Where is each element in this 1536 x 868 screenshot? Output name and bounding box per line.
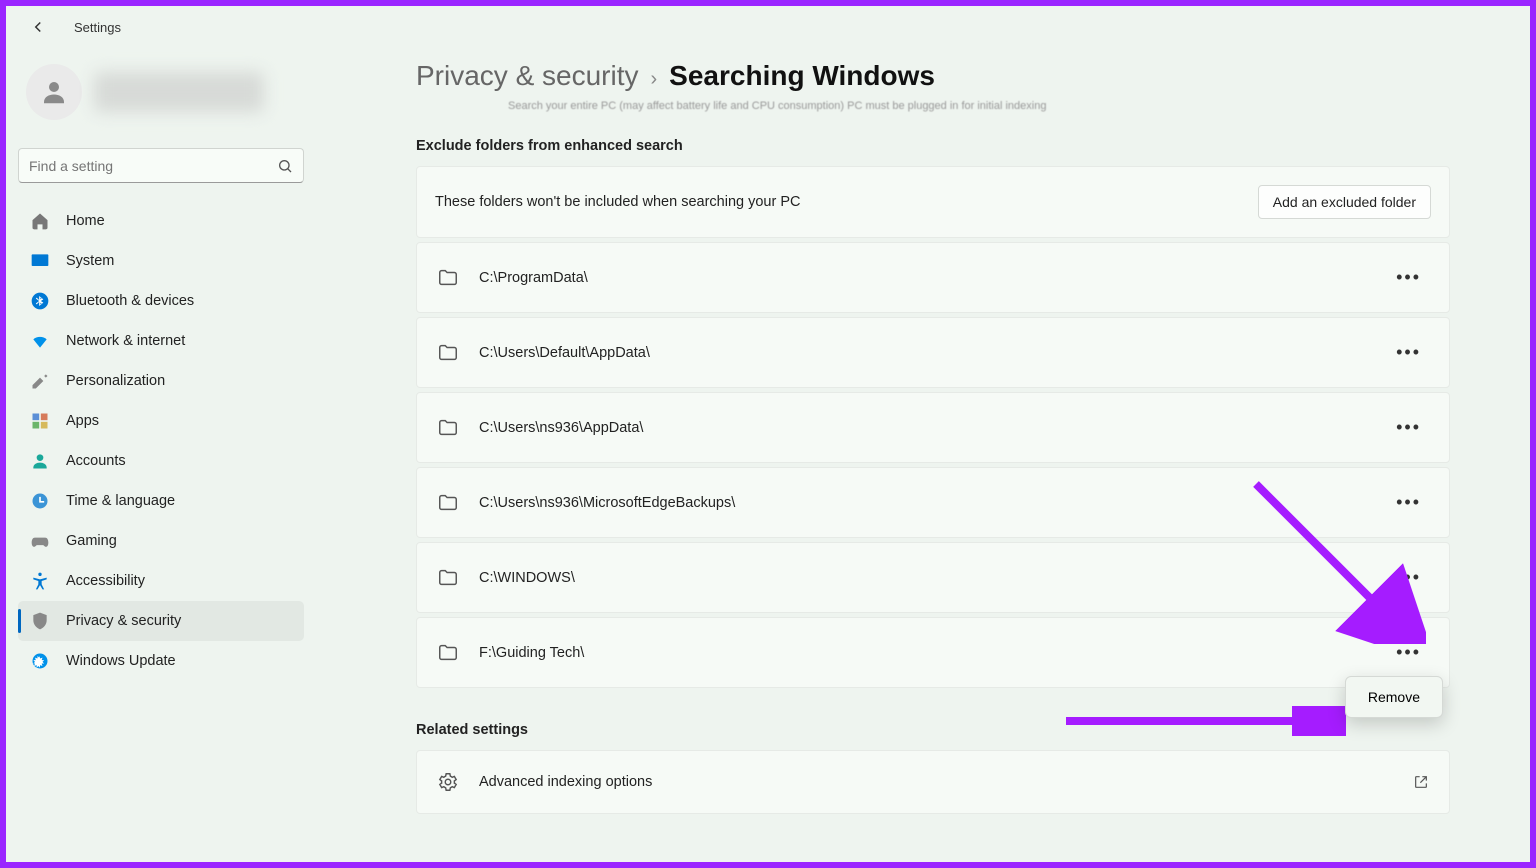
more-options-button[interactable]: ••• — [1388, 563, 1429, 592]
breadcrumb: Privacy & security › Searching Windows — [416, 60, 1450, 92]
truncated-option-text: Search your entire PC (may affect batter… — [508, 100, 1450, 112]
sidebar-item-update[interactable]: Windows Update — [18, 641, 304, 681]
folder-path: C:\Users\ns936\MicrosoftEdgeBackups\ — [479, 495, 735, 511]
sidebar-item-label: Accessibility — [66, 573, 145, 589]
folder-row[interactable]: C:\Users\Default\AppData\ ••• — [416, 317, 1450, 388]
sidebar-item-label: Privacy & security — [66, 613, 181, 629]
profile-section[interactable] — [18, 52, 304, 148]
sidebar-item-privacy[interactable]: Privacy & security — [18, 601, 304, 641]
folder-row[interactable]: C:\Users\ns936\AppData\ ••• — [416, 392, 1450, 463]
sidebar: Home System Bluetooth & devices Network … — [6, 48, 316, 862]
sidebar-item-label: Personalization — [66, 373, 165, 389]
exclude-card-list: These folders won't be included when sea… — [416, 166, 1450, 688]
more-options-button[interactable]: ••• — [1388, 488, 1429, 517]
sidebar-item-label: Bluetooth & devices — [66, 293, 194, 309]
accessibility-icon — [30, 571, 50, 591]
remove-menu-item[interactable]: Remove — [1350, 681, 1438, 713]
sidebar-item-accounts[interactable]: Accounts — [18, 441, 304, 481]
breadcrumb-parent[interactable]: Privacy & security — [416, 60, 639, 92]
add-excluded-folder-button[interactable]: Add an excluded folder — [1258, 185, 1431, 219]
search-input-container[interactable] — [18, 148, 304, 183]
gaming-icon — [30, 531, 50, 551]
update-icon — [30, 651, 50, 671]
more-options-button[interactable]: ••• — [1388, 263, 1429, 292]
system-icon — [30, 251, 50, 271]
clock-icon — [30, 491, 50, 511]
search-input[interactable] — [29, 158, 277, 174]
folder-icon — [437, 267, 459, 289]
apps-icon — [30, 411, 50, 431]
arrow-left-icon — [29, 18, 47, 36]
search-icon — [277, 158, 293, 174]
breadcrumb-current: Searching Windows — [669, 60, 935, 92]
home-icon — [30, 211, 50, 231]
advanced-indexing-label: Advanced indexing options — [479, 774, 652, 790]
folder-path: C:\Users\Default\AppData\ — [479, 345, 650, 361]
folder-row[interactable]: C:\ProgramData\ ••• — [416, 242, 1450, 313]
exclude-section-title: Exclude folders from enhanced search — [416, 138, 1450, 154]
context-menu: Remove — [1345, 676, 1443, 718]
exclude-description: These folders won't be included when sea… — [435, 194, 800, 210]
more-options-button[interactable]: ••• — [1388, 338, 1429, 367]
sidebar-item-apps[interactable]: Apps — [18, 401, 304, 441]
folder-icon — [437, 567, 459, 589]
title-bar: Settings — [6, 6, 1530, 48]
folder-icon — [437, 417, 459, 439]
person-icon — [39, 77, 69, 107]
folder-icon — [437, 342, 459, 364]
sidebar-item-gaming[interactable]: Gaming — [18, 521, 304, 561]
avatar — [26, 64, 82, 120]
more-options-button[interactable]: ••• — [1388, 638, 1429, 667]
shield-icon — [30, 611, 50, 631]
username-redacted — [94, 72, 264, 112]
sidebar-item-label: Windows Update — [66, 653, 176, 669]
sidebar-item-label: Network & internet — [66, 333, 185, 349]
sidebar-item-label: System — [66, 253, 114, 269]
related-section-title: Related settings — [416, 722, 1450, 738]
chevron-right-icon: › — [651, 68, 658, 91]
window-title: Settings — [74, 20, 121, 35]
paint-icon — [30, 371, 50, 391]
sidebar-item-accessibility[interactable]: Accessibility — [18, 561, 304, 601]
sidebar-item-network[interactable]: Network & internet — [18, 321, 304, 361]
folder-icon — [437, 642, 459, 664]
sidebar-item-label: Apps — [66, 413, 99, 429]
sidebar-item-label: Gaming — [66, 533, 117, 549]
sidebar-item-system[interactable]: System — [18, 241, 304, 281]
main-content: Privacy & security › Searching Windows S… — [316, 48, 1530, 862]
sidebar-item-label: Home — [66, 213, 105, 229]
nav-list: Home System Bluetooth & devices Network … — [18, 201, 304, 681]
external-link-icon — [1413, 774, 1429, 790]
sidebar-item-home[interactable]: Home — [18, 201, 304, 241]
sidebar-item-personalization[interactable]: Personalization — [18, 361, 304, 401]
folder-path: C:\WINDOWS\ — [479, 570, 575, 586]
folder-row[interactable]: F:\Guiding Tech\ ••• Remove — [416, 617, 1450, 688]
folder-path: C:\ProgramData\ — [479, 270, 588, 286]
folder-icon — [437, 492, 459, 514]
folder-row[interactable]: C:\Users\ns936\MicrosoftEdgeBackups\ ••• — [416, 467, 1450, 538]
gear-icon — [437, 771, 459, 793]
folder-row[interactable]: C:\WINDOWS\ ••• — [416, 542, 1450, 613]
wifi-icon — [30, 331, 50, 351]
accounts-icon — [30, 451, 50, 471]
more-options-button[interactable]: ••• — [1388, 413, 1429, 442]
folder-path: F:\Guiding Tech\ — [479, 645, 584, 661]
sidebar-item-bluetooth[interactable]: Bluetooth & devices — [18, 281, 304, 321]
folder-path: C:\Users\ns936\AppData\ — [479, 420, 643, 436]
bluetooth-icon — [30, 291, 50, 311]
sidebar-item-label: Accounts — [66, 453, 126, 469]
back-button[interactable] — [26, 15, 50, 39]
advanced-indexing-row[interactable]: Advanced indexing options — [416, 750, 1450, 814]
sidebar-item-label: Time & language — [66, 493, 175, 509]
sidebar-item-time[interactable]: Time & language — [18, 481, 304, 521]
exclude-header-card: These folders won't be included when sea… — [416, 166, 1450, 238]
